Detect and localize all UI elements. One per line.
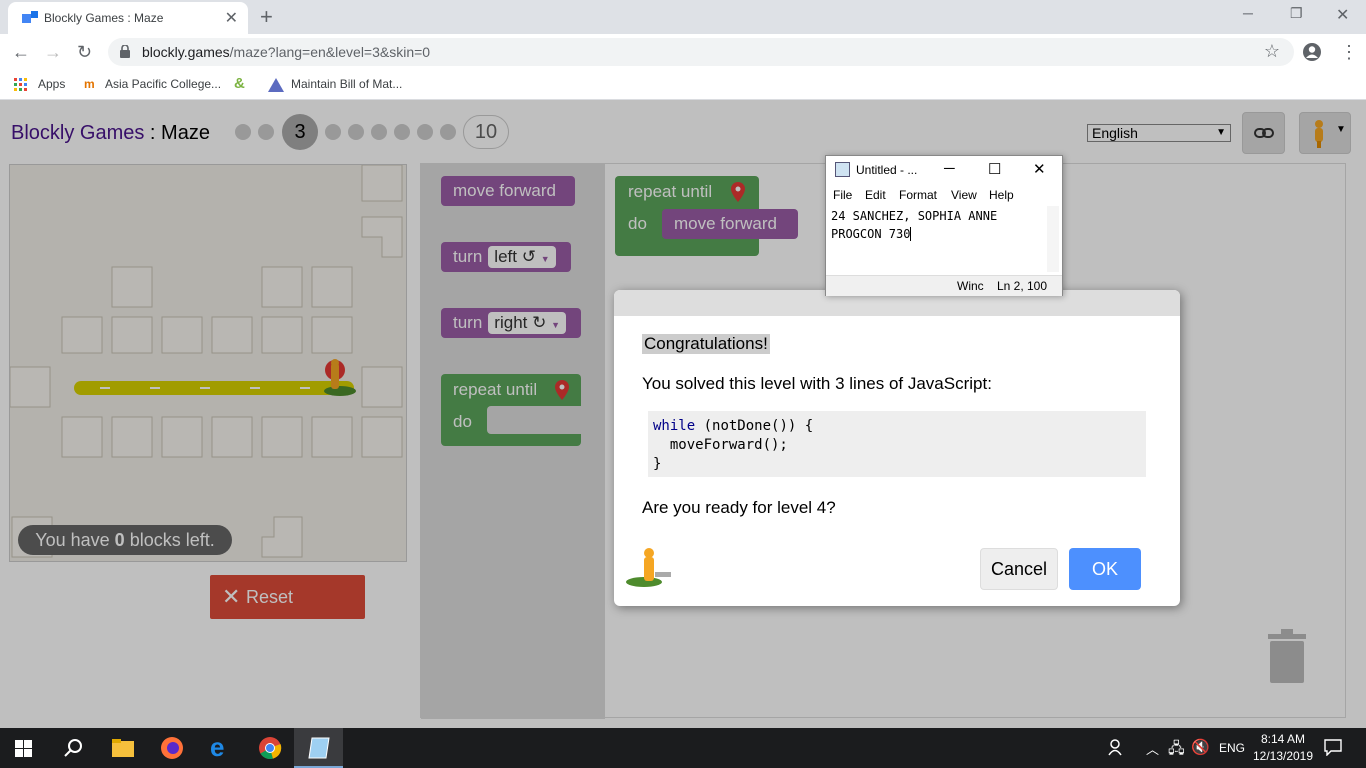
code-line: moveForward(); [653, 437, 788, 453]
restore-icon[interactable]: ❐ [1290, 5, 1303, 22]
bookmark-apc[interactable]: Asia Pacific College... [105, 77, 221, 91]
maximize-icon[interactable]: ☐ [988, 160, 1001, 178]
minimize-icon[interactable]: ─ [1243, 5, 1253, 21]
input-language[interactable]: ENG [1219, 741, 1245, 755]
apps-grid-icon [14, 78, 27, 91]
address-bar[interactable]: blockly.games/maze?lang=en&level=3&skin=… [108, 38, 1294, 66]
code-keyword: while [653, 418, 696, 434]
notepad-window: Untitled - ... ─ ☐ ✕ File Edit Format Vi… [825, 155, 1063, 296]
congratulations-dialog: Congratulations! You solved this level w… [614, 290, 1180, 606]
notepad-text-area[interactable]: 24 SANCHEZ, SOPHIA ANNE PROGCON 730 [831, 207, 997, 243]
chevron-up-icon[interactable]: ︿ [1146, 739, 1170, 763]
dialog-title: Congratulations! [642, 334, 770, 354]
moodle-icon: m [84, 77, 95, 91]
menu-help[interactable]: Help [989, 188, 1014, 202]
dialog-solved-text: You solved this level with 3 lines of Ja… [642, 374, 992, 393]
notification-icon[interactable] [1324, 738, 1342, 756]
url-host: blockly.games [142, 44, 230, 60]
bookmarks-bar: Apps m Asia Pacific College... & Maintai… [0, 70, 1366, 100]
edge-icon[interactable]: e [210, 732, 234, 762]
browser-tab-bar: Blockly Games : Maze ✕ + ─ ❐ ✕ [0, 0, 1366, 34]
forward-icon[interactable]: → [44, 42, 62, 63]
puzzle-favicon-icon [22, 11, 38, 23]
file-explorer-icon[interactable] [111, 736, 135, 760]
text-line: PROGCON 730 [831, 227, 911, 241]
notepad-title: Untitled - ... [856, 163, 918, 177]
url-path: /maze?lang=en&level=3&skin=0 [229, 44, 431, 60]
menu-file[interactable]: File [833, 188, 852, 202]
status-zoom: 100 [1027, 279, 1048, 293]
volume-muted-icon[interactable]: 🔇 [1191, 738, 1215, 762]
menu-edit[interactable]: Edit [865, 188, 886, 202]
minimize-icon[interactable]: ─ [944, 160, 955, 177]
status-encoding: Winc [957, 279, 984, 293]
windows-taskbar: e ︿ 🖧 🔇 ENG 8:14 AM 12/13/2019 [0, 728, 1366, 768]
pegman-icon [626, 548, 671, 587]
browser-toolbar: ← → ↻ blockly.games/maze?lang=en&level=3… [0, 34, 1366, 70]
clock-date[interactable]: 12/13/2019 [1252, 749, 1314, 763]
menu-format[interactable]: Format [899, 188, 937, 202]
lock-icon [120, 45, 130, 58]
network-icon[interactable]: 🖧 [1168, 738, 1192, 762]
notepad-icon [835, 162, 850, 177]
firefox-icon[interactable] [160, 736, 184, 760]
menu-view[interactable]: View [951, 188, 977, 202]
people-icon[interactable] [1108, 738, 1126, 756]
close-window-icon[interactable]: ✕ [1336, 5, 1349, 25]
code-line: } [653, 456, 662, 472]
menu-dots-icon[interactable]: ⋮ [1340, 42, 1358, 63]
new-tab-icon[interactable]: + [260, 4, 273, 30]
leaf-bookmark-icon[interactable]: & [234, 75, 245, 92]
code-block: while (notDone()) { moveForward(); } [648, 411, 1146, 477]
code-line: (notDone()) { [695, 418, 814, 434]
chart-bookmark-icon [268, 78, 284, 92]
tab-title: Blockly Games : Maze [44, 11, 164, 25]
text-cursor [910, 227, 912, 241]
cancel-button[interactable]: Cancel [980, 548, 1058, 590]
url-text: blockly.games/maze?lang=en&level=3&skin=… [142, 44, 430, 60]
bookmark-star-icon[interactable]: ☆ [1264, 41, 1280, 62]
bookmark-bom[interactable]: Maintain Bill of Mat... [291, 77, 402, 91]
close-tab-icon[interactable]: ✕ [225, 8, 238, 28]
vertical-scrollbar[interactable] [1047, 206, 1059, 272]
browser-tab[interactable]: Blockly Games : Maze ✕ [8, 2, 248, 34]
status-position: Ln 2, [997, 279, 1024, 293]
bookmark-apps[interactable]: Apps [38, 77, 65, 91]
status-bar: Winc Ln 2, 100 [826, 275, 1062, 296]
taskbar-notepad-active[interactable] [294, 728, 343, 768]
profile-icon[interactable] [1302, 42, 1322, 62]
back-icon[interactable]: ← [12, 42, 30, 63]
reload-icon[interactable]: ↻ [77, 42, 92, 63]
chrome-icon[interactable] [258, 736, 282, 760]
search-icon[interactable] [62, 736, 86, 760]
text-line: 24 SANCHEZ, SOPHIA ANNE [831, 209, 998, 223]
windows-start-icon[interactable] [15, 740, 32, 757]
dialog-ready-text: Are you ready for level 4? [642, 498, 836, 517]
clock-time[interactable]: 8:14 AM [1252, 732, 1314, 746]
ok-button[interactable]: OK [1069, 548, 1141, 590]
close-window-icon[interactable]: ✕ [1033, 160, 1046, 178]
notepad-icon [308, 737, 330, 759]
